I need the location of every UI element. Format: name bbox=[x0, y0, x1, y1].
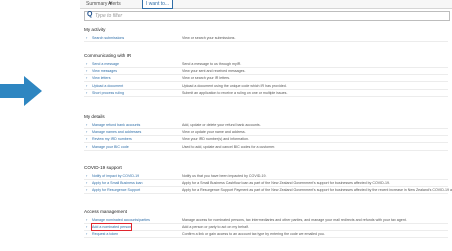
chevron-right-icon: › bbox=[86, 217, 88, 222]
task-link[interactable]: Apply for Resurgence Support bbox=[92, 187, 140, 193]
task-link[interactable]: Short process ruling bbox=[92, 90, 124, 96]
task-description: View or search your IR letters. bbox=[182, 76, 231, 81]
task-description: Add, update or delete your refund bank a… bbox=[182, 123, 261, 127]
chevron-right-icon: › bbox=[86, 89, 88, 95]
task-row: › Manage names and addresses View or updat… bbox=[84, 129, 448, 137]
task-link[interactable]: View letters bbox=[92, 75, 111, 81]
task-row: › Review my IRD numbers View your IRD numb… bbox=[84, 136, 448, 144]
chevron-right-icon: › bbox=[86, 187, 88, 193]
section-title: COVID-19 support bbox=[84, 165, 122, 170]
chevron-right-icon: › bbox=[86, 129, 88, 135]
task-link[interactable]: Notify of impact by COVID-19 bbox=[92, 173, 139, 179]
task-row: › Send a message Send a message to us thro… bbox=[84, 61, 448, 68]
task-link[interactable]: Manage nominated accounts/parties bbox=[92, 217, 150, 223]
chevron-right-icon: › bbox=[86, 75, 88, 81]
task-link[interactable]: Manage refund bank accounts bbox=[92, 122, 140, 128]
task-link[interactable]: Send a message bbox=[92, 61, 119, 67]
task-description: Apply for a Small Business Cashflow loan… bbox=[182, 181, 390, 186]
task-description: View your sent and received messages. bbox=[182, 69, 246, 74]
tab-summary[interactable]: Summary bbox=[86, 0, 107, 8]
task-description: Upload a document using the unique code … bbox=[182, 83, 287, 88]
task-link[interactable]: Search submissions bbox=[92, 35, 124, 41]
task-row: › Apply for Resurgence Support Apply for a… bbox=[84, 187, 452, 195]
task-description: Send a message to us through myIR. bbox=[182, 62, 242, 66]
task-description: Confirm a link or gain access to an acco… bbox=[182, 232, 325, 237]
chevron-right-icon: › bbox=[86, 35, 88, 40]
i-want-to-panel: Summary Alerts ▼ I want to... Q Type to … bbox=[80, 0, 452, 251]
tab-i-want-to[interactable]: I want to... bbox=[142, 0, 174, 9]
task-row: › Request a token Confirm a link or gain a… bbox=[84, 231, 448, 239]
task-row: › Manage nominated accounts/parties Manage… bbox=[84, 217, 448, 224]
alert-caret-icon: ▼ bbox=[108, 1, 113, 7]
task-link[interactable]: Manage names and addresses bbox=[92, 129, 141, 135]
task-row: › Apply for a Small Business loan Apply fo… bbox=[84, 180, 448, 188]
task-link[interactable]: Request a token bbox=[92, 231, 118, 237]
task-link[interactable]: Upload a document bbox=[92, 83, 123, 89]
chevron-right-icon: › bbox=[86, 143, 88, 149]
section-title: My activity bbox=[84, 27, 106, 32]
chevron-right-icon: › bbox=[86, 82, 88, 88]
search-icon: Q bbox=[87, 11, 93, 18]
search-input[interactable]: Q Type to filter bbox=[84, 11, 450, 21]
chevron-right-icon: › bbox=[86, 61, 88, 66]
task-row: › Notify of impact by COVID-19 Notify us t… bbox=[84, 173, 448, 180]
search-placeholder: Type to filter bbox=[95, 13, 123, 19]
arrow-right-icon bbox=[0, 76, 42, 106]
task-description: Add a person or party to act on my behal… bbox=[182, 225, 249, 230]
chevron-right-icon: › bbox=[86, 173, 88, 178]
task-link[interactable]: View messages bbox=[92, 68, 117, 74]
task-description: Notify us that you have been impacted by… bbox=[182, 174, 267, 178]
task-description: Manage access for nominated persons, tax… bbox=[182, 218, 407, 222]
task-link[interactable]: Apply for a Small Business loan bbox=[92, 180, 143, 186]
section-title: My details bbox=[84, 114, 105, 119]
task-row: › Manage your BIC code Used to add, update… bbox=[84, 144, 448, 151]
section-title: Communicating with IR bbox=[84, 53, 132, 58]
task-row: › View letters View or search your IR lett… bbox=[84, 75, 448, 83]
task-description: View your IRD number(s) and information. bbox=[182, 137, 250, 142]
chevron-right-icon: › bbox=[86, 180, 88, 186]
task-link[interactable]: Manage your BIC code bbox=[92, 144, 129, 150]
chevron-right-icon: › bbox=[86, 122, 88, 127]
task-description: Used to add, update and cancel BIC codes… bbox=[182, 144, 276, 149]
chevron-right-icon: › bbox=[86, 224, 88, 230]
tab-bar: Summary Alerts ▼ I want to... bbox=[80, 0, 452, 9]
task-link[interactable]: Add a nominated person bbox=[90, 222, 133, 232]
task-row: › Search submissions View or search your s… bbox=[84, 35, 448, 42]
task-row: › Manage refund bank accounts Add, update … bbox=[84, 122, 448, 129]
task-row: › Short process ruling Submit an applicati… bbox=[84, 90, 448, 97]
task-row: › Upload a document Upload a document usin… bbox=[84, 83, 448, 90]
task-row: › Add a nominated person Add a person or p… bbox=[84, 222, 448, 232]
chevron-right-icon: › bbox=[86, 231, 88, 237]
task-link[interactable]: Review my IRD numbers bbox=[92, 136, 132, 142]
task-description: View or search your submissions. bbox=[182, 36, 236, 40]
task-row: › View messages View your sent and receive… bbox=[84, 68, 448, 76]
chevron-right-icon: › bbox=[86, 68, 88, 74]
chevron-right-icon: › bbox=[86, 136, 88, 142]
task-description: Apply for a Resurgence Support Payment a… bbox=[182, 188, 452, 193]
task-description: Submit an application to receive a rulin… bbox=[182, 90, 288, 95]
task-description: View or update your name and address. bbox=[182, 130, 246, 135]
section-title: Access management bbox=[84, 209, 127, 214]
